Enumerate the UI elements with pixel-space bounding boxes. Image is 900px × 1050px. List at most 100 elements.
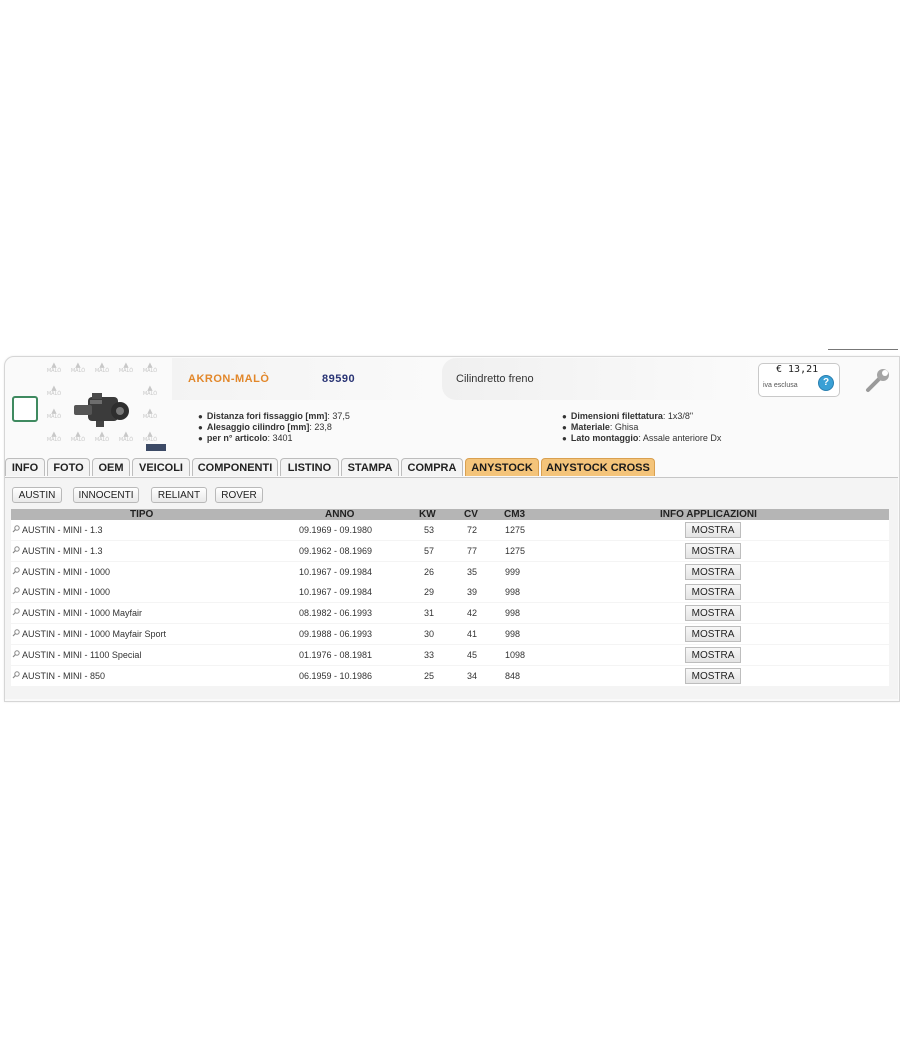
spec-value: : 3401 bbox=[267, 433, 293, 443]
spec-value: : 23,8 bbox=[309, 422, 332, 432]
cell-cm3: 1275 bbox=[505, 525, 526, 535]
cell-tipo[interactable]: AUSTIN - MINI - 1000 bbox=[22, 582, 110, 602]
bullet-icon: ● bbox=[562, 412, 567, 421]
spec-value: : 37,5 bbox=[327, 411, 350, 421]
tab-compra[interactable]: COMPRA bbox=[401, 458, 463, 476]
spec-label: Materiale bbox=[570, 422, 610, 432]
cell-cv: 77 bbox=[467, 545, 478, 556]
mostra-button[interactable]: MOSTRA bbox=[685, 605, 741, 622]
search-icon[interactable] bbox=[12, 525, 20, 533]
cell-cv: 39 bbox=[467, 587, 478, 598]
cell-kw: 33 bbox=[424, 649, 435, 660]
price-value: € 13,21 bbox=[776, 364, 819, 375]
cell-kw: 53 bbox=[424, 525, 435, 535]
cell-cm3: 998 bbox=[505, 608, 521, 619]
cell-cm3: 998 bbox=[505, 587, 521, 598]
cell-tipo[interactable]: AUSTIN - MINI - 1.3 bbox=[22, 520, 103, 540]
cell-cm3: 1098 bbox=[505, 649, 526, 660]
mostra-button[interactable]: MOSTRA bbox=[685, 667, 741, 684]
brand-logo-watermark: ▲ MALÒ bbox=[46, 384, 62, 398]
cell-tipo[interactable]: AUSTIN - MINI - 850 bbox=[22, 666, 105, 686]
cell-anno: 10.1967 - 09.1984 bbox=[299, 587, 373, 598]
wrench-icon[interactable] bbox=[864, 366, 892, 394]
tab-oem[interactable]: OEM bbox=[92, 458, 130, 476]
search-icon[interactable] bbox=[12, 587, 20, 595]
cell-tipo[interactable]: AUSTIN - MINI - 1000 Mayfair Sport bbox=[22, 624, 166, 644]
brand-logo-watermark: ▲ MALÒ bbox=[46, 430, 62, 444]
spec-label: Distanza fori fissaggio [mm] bbox=[206, 411, 328, 421]
spec-item: ● Dimensioni filettatura: 1x3/8" bbox=[562, 411, 693, 422]
cell-tipo[interactable]: AUSTIN - MINI - 1000 bbox=[22, 562, 110, 582]
product-code[interactable]: 89590 bbox=[322, 373, 355, 385]
spec-label: per n° articolo bbox=[206, 433, 268, 443]
bullet-icon: ● bbox=[562, 434, 567, 443]
cell-kw: 26 bbox=[424, 566, 435, 577]
top-divider-line bbox=[828, 349, 898, 350]
spec-item: ● Materiale: Ghisa bbox=[562, 422, 638, 433]
thumbnail-icon[interactable] bbox=[146, 444, 166, 451]
cell-anno: 06.1959 - 10.1986 bbox=[299, 670, 373, 681]
filter-rover[interactable]: ROVER bbox=[215, 487, 263, 503]
spec-value: : 1x3/8" bbox=[662, 411, 694, 421]
filter-austin[interactable]: AUSTIN bbox=[12, 487, 62, 503]
brand-logo-watermark: ▲ MALÒ bbox=[46, 407, 62, 421]
table-row: AUSTIN - MINI - 850 06.1959 - 10.1986 25 34… bbox=[11, 665, 889, 686]
cell-kw: 57 bbox=[424, 545, 435, 556]
filter-innocenti[interactable]: INNOCENTI bbox=[73, 487, 139, 503]
cell-anno: 09.1988 - 06.1993 bbox=[299, 629, 373, 639]
cell-anno: 09.1969 - 09.1980 bbox=[299, 525, 373, 535]
filter-reliant[interactable]: RELIANT bbox=[151, 487, 207, 503]
brand-logo-watermark: ▲ MALÒ bbox=[118, 430, 134, 444]
cell-kw: 29 bbox=[424, 587, 435, 598]
spec-label: Lato montaggio bbox=[570, 433, 639, 443]
cell-cv: 45 bbox=[467, 649, 478, 660]
tab-anystock-cross[interactable]: ANYSTOCK CROSS bbox=[541, 458, 655, 476]
mostra-button[interactable]: MOSTRA bbox=[685, 542, 741, 559]
tab-listino[interactable]: LISTINO bbox=[280, 458, 339, 476]
help-icon[interactable]: ? bbox=[818, 375, 834, 391]
product-description: Cilindretto freno bbox=[456, 373, 534, 385]
tab-veicoli[interactable]: VEICOLI bbox=[132, 458, 190, 476]
brand-logo-watermark: ▲ MALÒ bbox=[118, 361, 134, 375]
search-icon[interactable] bbox=[12, 629, 20, 637]
brand-name[interactable]: AKRON-MALÒ bbox=[188, 373, 269, 385]
mostra-button[interactable]: MOSTRA bbox=[685, 646, 741, 663]
spec-item: ● Distanza fori fissaggio [mm]: 37,5 bbox=[198, 411, 350, 422]
spec-label: Dimensioni filettatura bbox=[570, 411, 663, 421]
table-row: AUSTIN - MINI - 1000 Mayfair Sport 09.198… bbox=[11, 624, 889, 644]
select-checkbox[interactable] bbox=[12, 396, 38, 422]
mostra-button[interactable]: MOSTRA bbox=[685, 522, 741, 538]
bullet-icon: ● bbox=[562, 423, 567, 432]
cell-kw: 25 bbox=[424, 670, 435, 681]
search-icon[interactable] bbox=[12, 546, 20, 554]
cell-cm3: 999 bbox=[505, 566, 521, 577]
brand-logo-watermark: ▲ MALÒ bbox=[46, 361, 62, 375]
column-header-tipo: TIPO bbox=[130, 509, 154, 520]
tab-info[interactable]: INFO bbox=[5, 458, 45, 476]
table-row: AUSTIN - MINI - 1.3 09.1962 - 08.1969 57 77… bbox=[11, 540, 889, 561]
cell-cv: 72 bbox=[467, 525, 478, 535]
mostra-button[interactable]: MOSTRA bbox=[685, 584, 741, 601]
spec-item: ● Lato montaggio: Assale anteriore Dx bbox=[562, 433, 721, 444]
search-icon[interactable] bbox=[12, 670, 20, 679]
cell-anno: 10.1967 - 09.1984 bbox=[299, 566, 373, 577]
cell-tipo[interactable]: AUSTIN - MINI - 1000 Mayfair bbox=[22, 603, 142, 623]
search-icon[interactable] bbox=[12, 650, 20, 658]
mostra-button[interactable]: MOSTRA bbox=[685, 563, 741, 580]
brand-logo-watermark: ▲ MALÒ bbox=[142, 361, 158, 375]
cell-cm3: 998 bbox=[505, 629, 521, 639]
tab-stampa[interactable]: STAMPA bbox=[341, 458, 399, 476]
tab-foto[interactable]: FOTO bbox=[47, 458, 90, 476]
search-icon[interactable] bbox=[12, 566, 20, 575]
tab-anystock[interactable]: ANYSTOCK bbox=[465, 458, 539, 476]
mostra-button[interactable]: MOSTRA bbox=[685, 626, 741, 642]
spec-item: ● Alesaggio cilindro [mm]: 23,8 bbox=[198, 422, 332, 433]
product-photo[interactable] bbox=[68, 391, 130, 431]
cell-cv: 35 bbox=[467, 566, 478, 577]
cell-tipo[interactable]: AUSTIN - MINI - 1.3 bbox=[22, 541, 103, 561]
cell-cm3: 1275 bbox=[505, 545, 526, 556]
tab-componenti[interactable]: COMPONENTI bbox=[192, 458, 278, 476]
cell-tipo[interactable]: AUSTIN - MINI - 1100 Special bbox=[22, 645, 141, 665]
search-icon[interactable] bbox=[12, 608, 20, 616]
brand-logo-watermark: ▲ MALÒ bbox=[142, 384, 158, 398]
